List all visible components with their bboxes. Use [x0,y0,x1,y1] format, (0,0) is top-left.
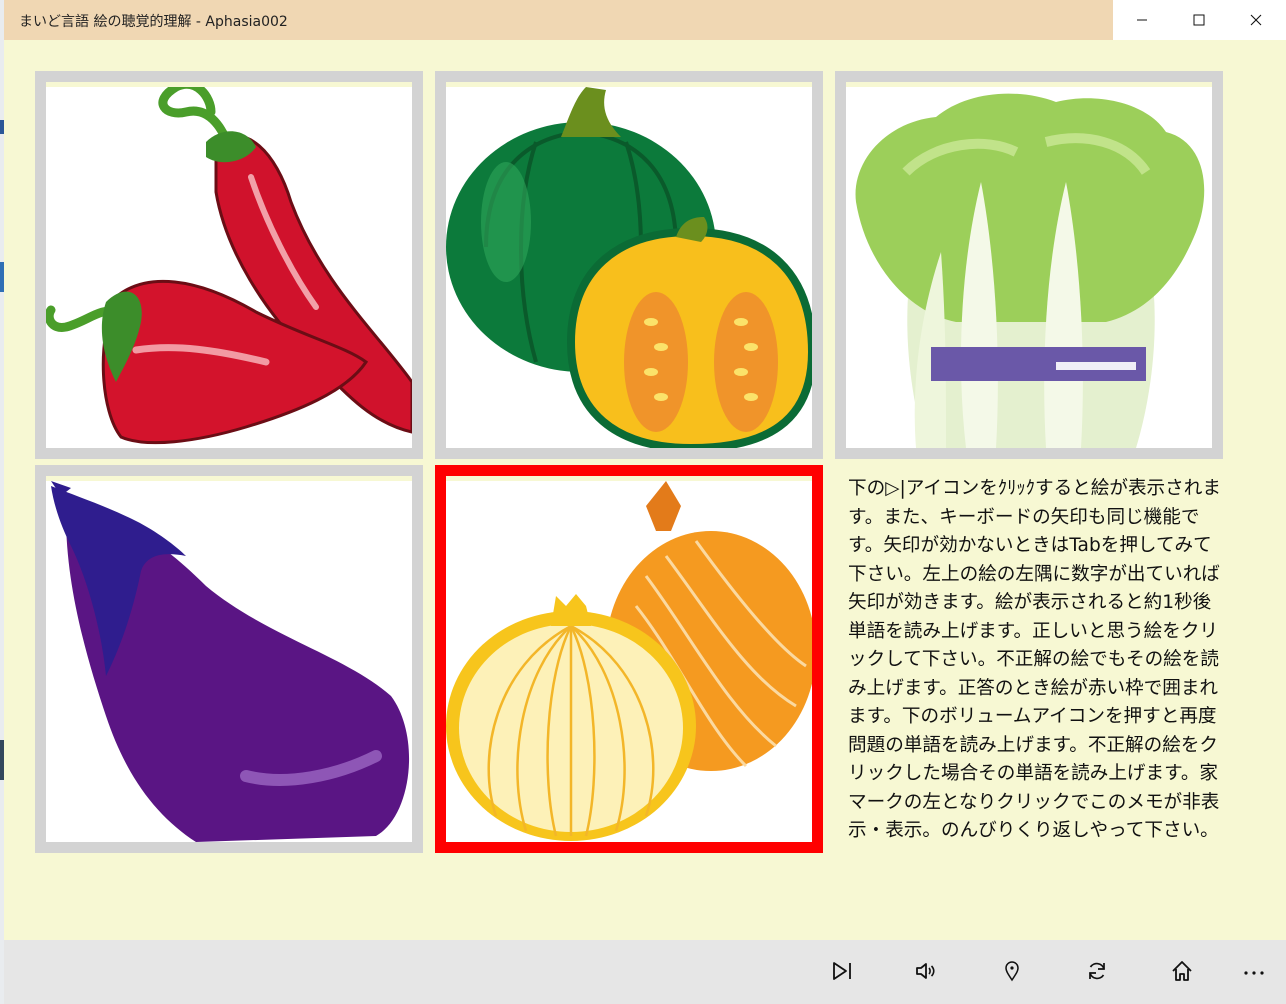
tile-top-line [446,82,812,87]
location-button[interactable] [988,950,1036,992]
home-button[interactable] [1158,950,1206,992]
tile-top-line [846,82,1212,87]
title-bar-background: まいど言語 絵の聴覚的理解 - Aphasia002 [4,0,1113,40]
refresh-button[interactable] [1073,950,1121,992]
volume-icon [916,963,935,979]
more-icon [1244,971,1264,975]
window-controls [1113,0,1286,40]
tile-top-line [446,476,812,481]
home-icon [1172,961,1192,981]
location-icon [1005,961,1019,982]
close-icon [1250,14,1261,26]
chili-pepper-image [46,82,412,445]
maximize-icon [1193,14,1204,26]
picture-tile-chili-peppers[interactable] [35,71,423,459]
title-bar: まいど言語 絵の聴覚的理解 - Aphasia002 [4,0,1286,40]
minimize-button[interactable] [1113,0,1170,40]
minimize-icon [1136,19,1147,21]
tile-top-line [46,82,412,87]
desktop-edge [0,0,4,1004]
picture-tile-pumpkin[interactable] [435,71,823,459]
pumpkin-image [446,87,812,448]
picture-tile-onion[interactable] [435,465,823,853]
tile-top-line [46,476,412,481]
app-bar [4,940,1286,1004]
next-icon [833,962,851,980]
more-options-button[interactable] [1230,950,1278,992]
chinese-cabbage-image [855,93,1205,448]
onion-image [446,481,812,841]
replay-word-button[interactable] [902,950,950,992]
window-title: まいど言語 絵の聴覚的理解 - Aphasia002 [19,14,288,30]
refresh-icon [1089,962,1105,980]
maximize-button[interactable] [1170,0,1227,40]
close-button[interactable] [1227,0,1284,40]
eggplant-image [51,481,410,842]
instruction-memo: 下の▷|アイコンをｸﾘｯｸすると絵が表示されます。また、キーボードの矢印も同じ機… [848,478,1221,841]
picture-tile-chinese-cabbage[interactable] [835,71,1223,459]
next-picture-button[interactable] [818,950,866,992]
picture-tile-eggplant[interactable] [35,465,423,853]
